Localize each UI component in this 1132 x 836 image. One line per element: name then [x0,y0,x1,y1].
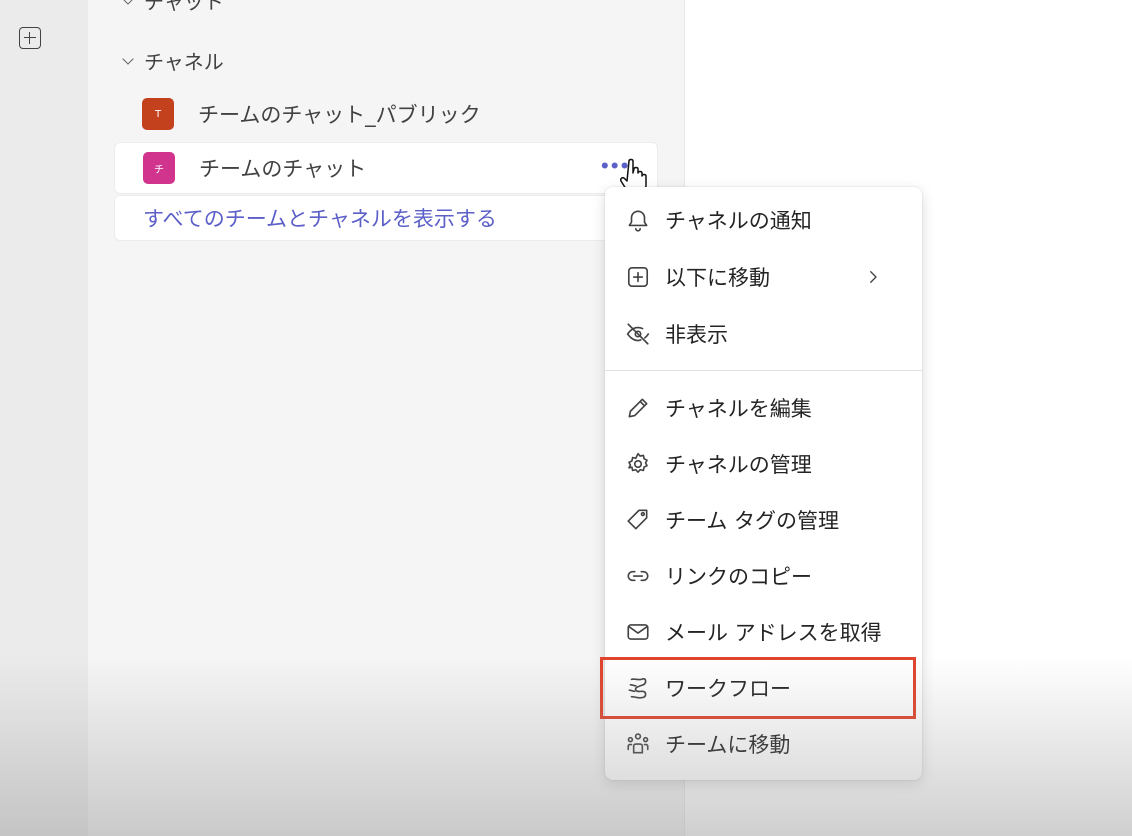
menu-item-manage-channel[interactable]: チャネルの管理 [605,440,922,488]
menu-item-go-to-team[interactable]: チームに移動 [605,720,922,768]
pencil-icon [628,398,648,418]
eye-off-icon [626,323,650,345]
chevron-down-icon [122,52,134,65]
show-all-teams-link[interactable]: すべてのチームとチャネルを表示する [114,195,658,241]
tag-icon [627,509,648,530]
channel-item-public-chat[interactable]: T チームのチャット_パブリック [114,88,658,140]
menu-item-label: リンクのコピー [665,565,812,589]
menu-item-label: メール アドレスを取得 [665,621,882,645]
menu-item-edit-channel[interactable]: チャネルを編集 [605,384,922,432]
people-team-icon [627,733,649,754]
link-icon [627,570,649,582]
menu-item-get-email[interactable]: メール アドレスを取得 [605,608,922,656]
channel-section-header[interactable]: チャネル [118,46,224,75]
add-icon[interactable] [19,27,41,49]
menu-item-label: チーム タグの管理 [665,509,840,533]
chat-section-header[interactable]: チャット [118,0,224,15]
menu-item-label: チームに移動 [665,733,791,757]
channel-section-label: チャネル [144,50,224,74]
menu-item-label: チャネルの通知 [665,209,812,233]
chevron-down-icon [122,0,134,5]
channel-name: チームのチャット [199,157,367,181]
app-rail [0,0,88,836]
menu-divider [605,370,922,371]
bell-icon [628,210,648,232]
menu-item-hide[interactable]: 非表示 [605,310,922,358]
chevron-right-icon [870,271,877,283]
menu-item-label: チャネルの管理 [665,453,812,477]
mail-icon [627,624,649,640]
workflow-highlight-box [600,657,916,719]
plus-square-icon [627,266,649,288]
channel-item-team-chat[interactable]: チ チームのチャット ••• [114,142,658,194]
menu-item-label: 非表示 [665,323,728,347]
channel-avatar-icon: T [142,98,174,130]
channel-avatar-icon: チ [143,152,175,184]
menu-item-channel-notifications[interactable]: チャネルの通知 [605,196,922,244]
chat-section-label: チャット [144,0,224,14]
gear-icon [628,452,648,473]
menu-item-label: 以下に移動 [665,266,770,290]
menu-item-move-to[interactable]: 以下に移動 [605,253,922,301]
channel-name: チームのチャット_パブリック [198,103,481,127]
menu-item-manage-tags[interactable]: チーム タグの管理 [605,496,922,544]
menu-item-label: チャネルを編集 [665,397,812,421]
menu-item-copy-link[interactable]: リンクのコピー [605,552,922,600]
